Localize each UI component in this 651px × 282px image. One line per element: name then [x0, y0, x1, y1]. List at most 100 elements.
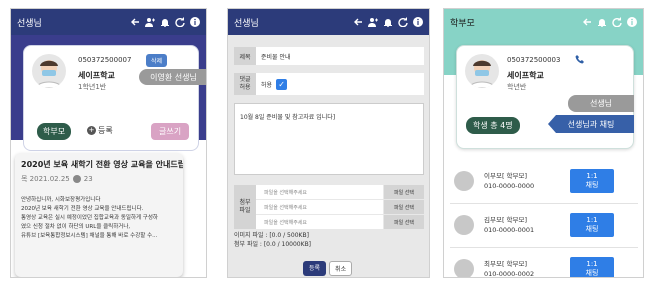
title-row: 제목 준비물 안내	[234, 47, 424, 65]
top-bar: 선생님	[11, 9, 206, 35]
title-label: 제목	[234, 47, 256, 65]
bell-icon[interactable]	[160, 17, 170, 27]
parent-button[interactable]: 학부모	[37, 123, 72, 140]
comment-allow-checkbox[interactable]: ✓	[276, 78, 288, 90]
student-phone: 010-0000-0000	[484, 182, 535, 190]
delete-button[interactable]: 삭제	[146, 54, 168, 67]
parent-home-screen: 학부모 050372500003 세이프학교 학년반 선생님 학생 총 4명 선…	[443, 8, 644, 278]
file-name-field[interactable]: 파일을 선택해주세요	[256, 215, 383, 229]
content-textarea[interactable]: 10월 8일 준비물 및 참고자료 입니다]	[234, 103, 424, 175]
student-name: 김부모[ 학부모]	[484, 216, 528, 224]
file-select-button[interactable]: 파일 선택	[384, 200, 424, 214]
file-row: 파일을 선택해주세요 파일 선택	[256, 185, 424, 199]
eye-icon	[72, 175, 81, 183]
bell-icon[interactable]	[597, 17, 607, 27]
profile-phone: 050372500007	[78, 56, 132, 64]
bell-icon[interactable]	[383, 17, 393, 27]
top-bar: 선생님	[228, 9, 429, 35]
comment-label-line2: 허용	[239, 84, 251, 91]
info-icon[interactable]	[190, 17, 200, 27]
avatar	[465, 54, 499, 88]
notice-views: 23	[83, 175, 93, 183]
chat-with-teacher-button[interactable]: 선생님과 채팅	[548, 115, 634, 133]
list-item: 김부모[ 학부모] 010-0000-0001 1:1 채팅	[454, 207, 634, 243]
student-info: 김부모[ 학부모] 010-0000-0001	[484, 215, 562, 235]
profile-school: 세이프학교	[78, 71, 115, 80]
notice-line: 통영상 교육은 실시 예정이었던 집합교육과 동일하게 구성하	[21, 215, 158, 221]
attach-label-line2: 파일	[239, 207, 251, 214]
student-name: 이부모[ 학부모]	[484, 172, 528, 180]
comment-field: 허용 ✓	[256, 73, 424, 95]
student-info: 최부모[ 학부모] 010-0000-0002	[484, 259, 562, 278]
title-input[interactable]: 준비물 안내	[256, 47, 424, 65]
users-icon[interactable]	[368, 17, 378, 27]
cancel-button[interactable]: 취소	[329, 261, 353, 276]
divider	[450, 203, 638, 204]
back-arrow-icon[interactable]	[353, 17, 363, 27]
topbar-title: 선생님	[17, 18, 42, 29]
notice-title: 2020년 보육 새학기 전환 영상 교육을 안내드립니	[21, 160, 183, 169]
students-count-button[interactable]: 학생 총 4명	[466, 117, 520, 134]
notice-line: 2020년 보육 새학기 전환 영상 교육을 안내드립니다.	[21, 206, 144, 212]
file-name-field[interactable]: 파일을 선택해주세요	[256, 185, 383, 199]
form-buttons: 등록 취소	[303, 261, 353, 276]
profile-school: 세이프학교	[507, 71, 544, 80]
comment-label: 댓글 허용	[234, 73, 256, 95]
register-label: 등록	[98, 126, 113, 135]
refresh-icon[interactable]	[398, 17, 408, 27]
refresh-icon[interactable]	[175, 17, 185, 27]
phone-call-icon[interactable]	[575, 54, 585, 64]
avatar	[454, 215, 474, 235]
divider	[450, 247, 638, 248]
list-item: 이부모[ 학부모] 010-0000-0000 1:1 채팅	[454, 163, 634, 199]
list-item: 최부모[ 학부모] 010-0000-0002 1:1 채팅	[454, 251, 634, 278]
back-arrow-icon[interactable]	[582, 17, 592, 27]
refresh-icon[interactable]	[612, 17, 622, 27]
notice-card[interactable]: 2020년 보육 새학기 전환 영상 교육을 안내드립니 목 2021.02.2…	[15, 153, 183, 277]
register-button[interactable]: + 등록	[87, 125, 113, 136]
chat-button-line2: 채팅	[585, 181, 599, 189]
back-arrow-icon[interactable]	[130, 17, 140, 27]
image-size-text: 이미지 파일 : [0.0 / 500KB]	[234, 232, 309, 239]
submit-button[interactable]: 등록	[303, 261, 327, 276]
file-select-button[interactable]: 파일 선택	[384, 185, 424, 199]
chat-button[interactable]: 1:1 채팅	[570, 169, 614, 193]
comment-row: 댓글 허용 허용 ✓	[234, 73, 424, 95]
chat-button[interactable]: 1:1 채팅	[570, 257, 614, 277]
attach-label: 첨부 파일	[234, 185, 256, 229]
file-select-button[interactable]: 파일 선택	[384, 215, 424, 229]
attach-label-line1: 첨부	[239, 199, 251, 206]
student-info: 이부모[ 학부모] 010-0000-0000	[484, 171, 562, 191]
top-bar: 학부모	[444, 9, 643, 35]
plus-icon: +	[87, 126, 96, 135]
write-button[interactable]: 글쓰기	[151, 123, 190, 140]
notice-body: 안녕하십니까, 시화보장평가입니다 2020년 보육 새학기 전환 영상 교육을…	[21, 196, 177, 241]
size-info: 이미지 파일 : [0.0 / 500KB] 첨부 파일 : [0.0 / 10…	[234, 231, 311, 249]
avatar	[454, 171, 474, 191]
chat-button-line1: 1:1	[586, 172, 598, 180]
write-notice-screen: 선생님 제목 준비물 안내 댓글 허용 허용 ✓ 10월 8일 준비물 및 참고…	[227, 8, 430, 278]
file-row: 파일을 선택해주세요 파일 선택	[256, 200, 424, 214]
student-phone: 010-0000-0001	[484, 226, 535, 234]
comment-label-line1: 댓글	[239, 76, 251, 83]
topbar-title: 선생님	[234, 18, 259, 29]
notice-line: 였으 신청 절차 없이 하단의 URL을 클릭하거나,	[21, 224, 131, 230]
notice-line: 안녕하십니까, 시화보장평가입니다	[21, 197, 101, 203]
info-icon[interactable]	[413, 17, 423, 27]
file-row: 파일을 선택해주세요 파일 선택	[256, 215, 424, 229]
chat-button-line1: 1:1	[586, 216, 598, 224]
notice-date: 목 2021.02.25	[21, 175, 70, 183]
file-name-field[interactable]: 파일을 선택해주세요	[256, 200, 383, 214]
chat-button-line2: 채팅	[585, 225, 599, 233]
notice-meta: 목 2021.02.25 23	[21, 174, 177, 184]
profile-phone: 050372500003	[507, 56, 561, 64]
info-icon[interactable]	[627, 17, 637, 27]
comment-allow-text: 허용	[261, 81, 273, 89]
teacher-name-badge: 이영환 선생님	[139, 69, 206, 85]
student-phone: 010-0000-0002	[484, 270, 535, 278]
chat-button[interactable]: 1:1 채팅	[570, 213, 614, 237]
attach-size-text: 첨부 파일 : [0.0 / 10000KB]	[234, 241, 312, 248]
users-icon[interactable]	[145, 17, 155, 27]
teacher-home-screen: 선생님 050372500007 삭제 세이프학교 1학년1반 이영환 선생님 …	[10, 8, 207, 278]
attachment-section: 첨부 파일 파일을 선택해주세요 파일 선택 파일을 선택해주세요 파일 선택 …	[234, 185, 424, 229]
